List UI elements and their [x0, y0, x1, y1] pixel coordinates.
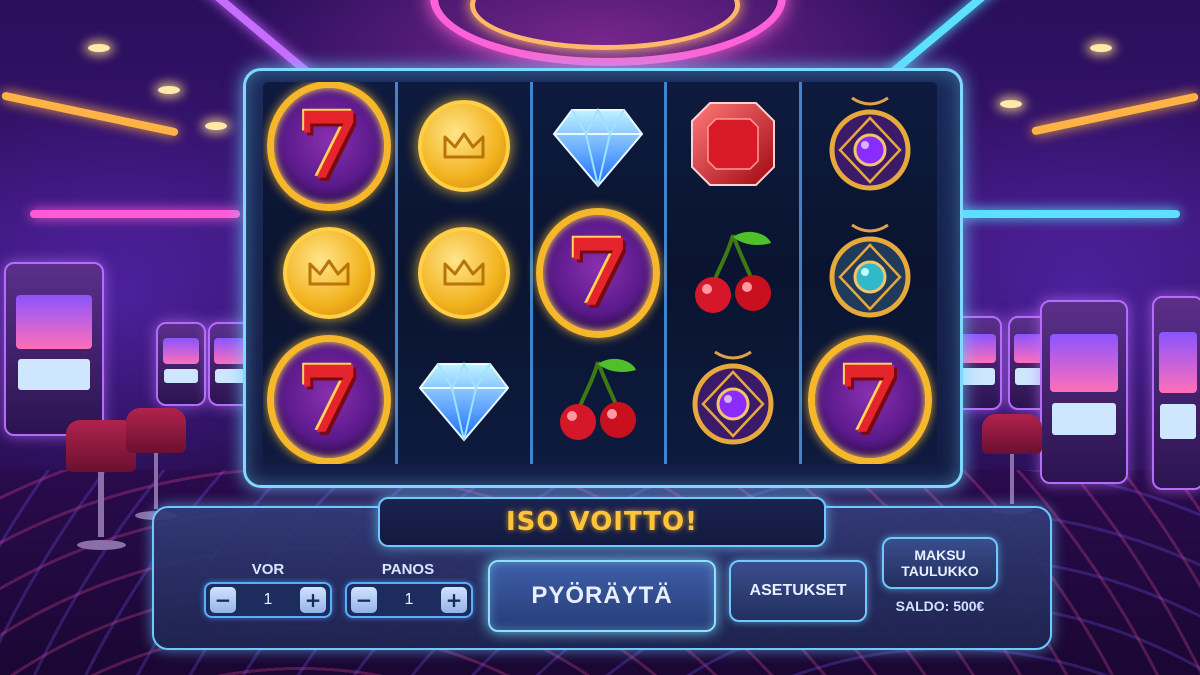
reel-cell	[671, 86, 795, 206]
reel-cell	[536, 340, 660, 460]
amulet-teal-icon	[822, 221, 918, 325]
reel-2	[397, 82, 533, 464]
background-slot-machine	[1040, 300, 1128, 484]
diamond-icon	[418, 358, 510, 442]
win-banner: ISO VOITTO!	[378, 497, 826, 547]
reel-grid: 7777	[263, 82, 937, 464]
seven-symbol-icon: 7	[807, 335, 932, 464]
background-slot-machine	[1152, 296, 1200, 490]
bet-plus-button[interactable]: +	[441, 587, 467, 613]
reel-cell	[402, 340, 526, 460]
ruby-icon	[688, 99, 778, 193]
gold-coin-icon	[417, 99, 510, 192]
reel-cell	[671, 213, 795, 333]
neon-strip	[960, 210, 1180, 218]
settings-button[interactable]: ASETUKSET	[729, 560, 867, 622]
reel-cell: 7	[536, 207, 661, 338]
background-slot-machine	[4, 262, 104, 436]
seven-symbol-icon: 7	[266, 335, 391, 464]
lines-label: VOR	[251, 561, 285, 578]
ceiling-light	[205, 122, 227, 130]
reel-cell	[536, 86, 660, 206]
paytable-button[interactable]: MAKSU TAULUKKO	[882, 537, 998, 589]
bet-minus-button[interactable]: −	[351, 587, 377, 613]
seven-symbol-icon: 7	[536, 207, 661, 338]
gold-coin-icon	[417, 226, 510, 319]
reel-cell	[808, 86, 932, 206]
reel-cell: 7	[807, 335, 932, 464]
reel-cell: 7	[266, 335, 391, 464]
reel-3: 7	[532, 82, 668, 464]
reel-cell	[402, 86, 526, 206]
gold-coin-icon	[282, 226, 375, 319]
reel-cell	[267, 213, 391, 333]
reel-cell: 7	[266, 82, 391, 211]
spin-button[interactable]: PYÖRÄYTÄ	[488, 560, 716, 632]
amulet-purple-icon	[685, 348, 781, 452]
ceiling-light	[88, 44, 110, 52]
seven-symbol-icon: 7	[266, 82, 391, 211]
paytable-label-line2: TAULUKKO	[901, 563, 979, 579]
reel-1: 77	[263, 82, 398, 464]
lines-minus-button[interactable]: −	[210, 587, 236, 613]
lines-stepper: − 1 +	[204, 582, 332, 618]
bet-stepper: − 1 +	[345, 582, 473, 618]
ceiling-light	[158, 86, 180, 94]
reel-5: 7	[802, 82, 937, 464]
ceiling-light	[1090, 44, 1112, 52]
diamond-icon	[552, 104, 644, 188]
reel-cell	[402, 213, 526, 333]
cherry-icon	[687, 227, 779, 319]
bet-value: 1	[404, 591, 414, 608]
lines-plus-button[interactable]: +	[300, 587, 326, 613]
ceiling-light	[1000, 100, 1022, 108]
neon-strip	[30, 210, 240, 218]
bet-label: PANOS	[381, 561, 435, 578]
amulet-purple-icon	[822, 94, 918, 198]
paytable-label-line1: MAKSU	[914, 547, 966, 563]
casino-chair	[982, 414, 1042, 514]
balance-display: SALDO: 500€	[895, 598, 985, 614]
reel-cell	[808, 213, 932, 333]
casino-chair	[126, 408, 186, 520]
reel-cell	[671, 340, 795, 460]
reel-4	[667, 82, 803, 464]
lines-value: 1	[263, 591, 273, 608]
cherry-icon	[552, 354, 644, 446]
background-slot-machine	[156, 322, 206, 406]
